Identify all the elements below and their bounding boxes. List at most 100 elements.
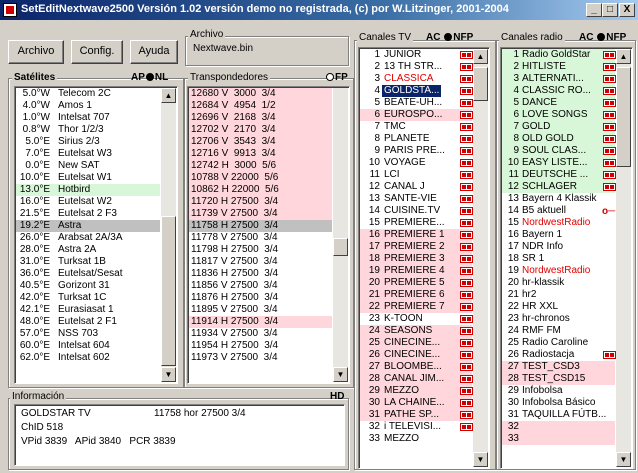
tv-channel-row[interactable]: 17 PREMIERE 2 [360, 241, 473, 253]
tv-channel-row[interactable]: 8 PLANETE [360, 133, 473, 145]
tv-channels-list[interactable]: 1 JUNIOR 2 13 TH STR... 3 CLASSICA 4 GOLDSTA...… [358, 47, 490, 469]
satellite-row[interactable]: 19.2°E Astra [16, 220, 160, 232]
transponder-row[interactable]: 11778 V 27500 3/4 [189, 232, 332, 244]
radio-channel-row[interactable]: 18 SR 1 [502, 253, 615, 265]
ayuda-button[interactable]: Ayuda [130, 40, 178, 64]
transponder-row[interactable]: 11914 H 27500 3/4 [189, 316, 332, 328]
tv-channel-row[interactable]: 19 PREMIERE 4 [360, 265, 473, 277]
tv-channel-row[interactable]: 9 PARIS PRE... [360, 145, 473, 157]
radio-channel-row[interactable]: 16 Bayern 1 [502, 229, 615, 241]
tv-channel-row[interactable]: 7 TMC [360, 121, 473, 133]
transponder-row[interactable]: 12702 V 2170 3/4 [189, 124, 332, 136]
transponder-row[interactable]: 12680 V 3000 3/4 [189, 88, 332, 100]
satellite-row[interactable]: 31.0°E Turksat 1B [16, 256, 160, 268]
radio-channel-row[interactable]: 22 HR XXL [502, 301, 615, 313]
tv-channel-row[interactable]: 16 PREMIERE 1 [360, 229, 473, 241]
tv-channel-row[interactable]: 5 BEATE-UH... [360, 97, 473, 109]
tv-channel-row[interactable]: 18 PREMIERE 3 [360, 253, 473, 265]
radio-channel-row[interactable]: 1 Radio GoldStar [502, 49, 616, 61]
satellite-row[interactable]: 36.0°E Eutelsat/Sesat [16, 268, 160, 280]
tv-channel-row[interactable]: 1 JUNIOR [360, 49, 473, 61]
satellite-row[interactable]: 5.0°W Telecom 2C [16, 88, 160, 100]
mode-radio-icon[interactable] [145, 73, 154, 81]
title-bar[interactable]: SetEditNextwave2500 Versión 1.02 versión… [0, 0, 638, 20]
minimize-button[interactable]: _ [586, 3, 602, 17]
tv-channel-row[interactable]: 4 GOLDSTA... [360, 85, 473, 97]
radio-channel-row[interactable]: 14 B5 aktuell o─ [502, 205, 615, 217]
scroll-thumb[interactable] [616, 67, 631, 167]
radio-channel-row[interactable]: 17 NDR Info [502, 241, 615, 253]
config-button[interactable]: Config. [71, 40, 123, 64]
scroll-down-icon[interactable]: ▼ [161, 367, 176, 382]
tv-channel-row[interactable]: 28 CANAL JIM... [360, 373, 473, 385]
radio-channels-list[interactable]: 1 Radio GoldStar 2 HITLISTE 3 ALTERNATI... 4 CL… [500, 47, 633, 469]
transponder-row[interactable]: 12696 V 2168 3/4 [189, 112, 332, 124]
radio-channel-row[interactable]: 20 hr-klassik [502, 277, 615, 289]
scroll-down-icon[interactable]: ▼ [473, 452, 488, 467]
radio-channel-row[interactable]: 26 Radiostacja [502, 349, 616, 361]
tv-mode[interactable]: AC NFP [426, 32, 473, 43]
tv-channel-row[interactable]: 22 PREMIERE 7 [360, 301, 473, 313]
radio-channel-row[interactable]: 28 TEST_CSD15 [502, 373, 615, 385]
radio-channel-row[interactable]: 31 TAQUILLA FÚTB... [502, 409, 615, 421]
mode-radio-icon[interactable] [597, 33, 606, 41]
mode-radio-icon[interactable] [326, 73, 334, 81]
tv-channel-row[interactable]: 29 MEZZO [360, 385, 473, 397]
satellite-row[interactable]: 42.0°E Turksat 1C [16, 292, 160, 304]
transponder-row[interactable]: 11817 V 27500 3/4 [189, 256, 332, 268]
radio-channel-row[interactable]: 7 GOLD [502, 121, 616, 133]
radio-channel-row[interactable]: 12 SCHLAGER [502, 181, 616, 193]
transponder-row[interactable]: 11973 V 27500 3/4 [189, 352, 332, 364]
satellite-row[interactable]: 48.0°E Eutelsat 2 F1 [16, 316, 160, 328]
tv-channel-row[interactable]: 12 CANAL J [360, 181, 473, 193]
tv-channel-row[interactable]: 30 LA CHAINE... [360, 397, 473, 409]
satellite-row[interactable]: 42.1°E Eurasiasat 1 [16, 304, 160, 316]
transponders-mode[interactable]: FP [325, 72, 348, 83]
tv-channel-row[interactable]: 21 PREMIERE 6 [360, 289, 473, 301]
radio-channel-row[interactable]: 24 RMF FM [502, 325, 615, 337]
tv-channel-row[interactable]: 14 CUISINE.TV [360, 205, 473, 217]
tv-channel-row[interactable]: 27 BLOOMBE... [360, 361, 473, 373]
satellite-row[interactable]: 0.0°E New SAT [16, 160, 160, 172]
transponder-row[interactable]: 11836 H 27500 3/4 [189, 268, 332, 280]
transponder-row[interactable]: 12716 V 9913 3/4 [189, 148, 332, 160]
radio-channel-row[interactable]: 25 Radio Caroline [502, 337, 615, 349]
radio-channel-row[interactable]: 30 Infobolsa Básico [502, 397, 615, 409]
satellite-row[interactable]: 10.0°E Eutelsat W1 [16, 172, 160, 184]
tv-channel-row[interactable]: 33 MEZZO [360, 433, 472, 445]
transponder-row[interactable]: 11798 H 27500 3/4 [189, 244, 332, 256]
tv-channel-row[interactable]: 2 13 TH STR... [360, 61, 473, 73]
satellite-row[interactable]: 28.0°E Astra 2A [16, 244, 160, 256]
radio-channel-row[interactable]: 11 DEUTSCHE ... [502, 169, 616, 181]
tv-channel-row[interactable]: 31 PATHE SP... [360, 409, 473, 421]
tv-scrollbar[interactable]: ▲ ▼ [473, 49, 488, 467]
app-icon[interactable] [3, 3, 17, 17]
radio-channel-row[interactable]: 13 Bayern 4 Klassik [502, 193, 615, 205]
radio-channel-row[interactable]: 19 NordwestRadio [502, 265, 615, 277]
transponder-row[interactable]: 10862 H 22000 5/6 [189, 184, 332, 196]
satellite-row[interactable]: 21.5°E Eutelsat 2 F3 [16, 208, 160, 220]
tv-channel-row[interactable]: 20 PREMIERE 5 [360, 277, 473, 289]
satellite-row[interactable]: 62.0°E Intelsat 602 [16, 352, 160, 364]
satellite-row[interactable]: 1.0°W Intelsat 707 [16, 112, 160, 124]
radio-channel-row[interactable]: 4 CLASSIC RO... [502, 85, 616, 97]
tv-channel-row[interactable]: 25 CINECINE... [360, 337, 473, 349]
satellite-row[interactable]: 57.0°E NSS 703 [16, 328, 160, 340]
scroll-thumb[interactable] [161, 216, 176, 366]
radio-channel-row[interactable]: 27 TEST_CSD3 [502, 361, 615, 373]
transponder-row[interactable]: 12684 V 4954 1/2 [189, 100, 332, 112]
satellite-row[interactable]: 0.8°W Thor 1/2/3 [16, 124, 160, 136]
tv-channel-row[interactable]: 32 i TELEVISI... [360, 421, 473, 433]
tv-channel-row[interactable]: 15 PREMIERE... [360, 217, 473, 229]
satellites-list[interactable]: 5.0°W Telecom 2C 4.0°W Amos 1 1.0°W Intelsat … [14, 86, 178, 384]
radio-channel-row[interactable]: 10 EASY LISTE... [502, 157, 616, 169]
radio-channel-row[interactable]: 8 OLD GOLD [502, 133, 616, 145]
transponder-row[interactable]: 11856 V 27500 3/4 [189, 280, 332, 292]
satellite-row[interactable]: 16.0°E Eutelsat W2 [16, 196, 160, 208]
radio-channel-row[interactable]: 3 ALTERNATI... [502, 73, 616, 85]
satellite-row[interactable]: 60.0°E Intelsat 604 [16, 340, 160, 352]
transponder-row[interactable]: 11954 H 27500 3/4 [189, 340, 332, 352]
transponders-list[interactable]: 12680 V 3000 3/4 12684 V 4954 1/2 12696 V … [187, 86, 350, 384]
scroll-down-icon[interactable]: ▼ [616, 452, 631, 467]
radio-channel-row[interactable]: 21 hr2 [502, 289, 615, 301]
